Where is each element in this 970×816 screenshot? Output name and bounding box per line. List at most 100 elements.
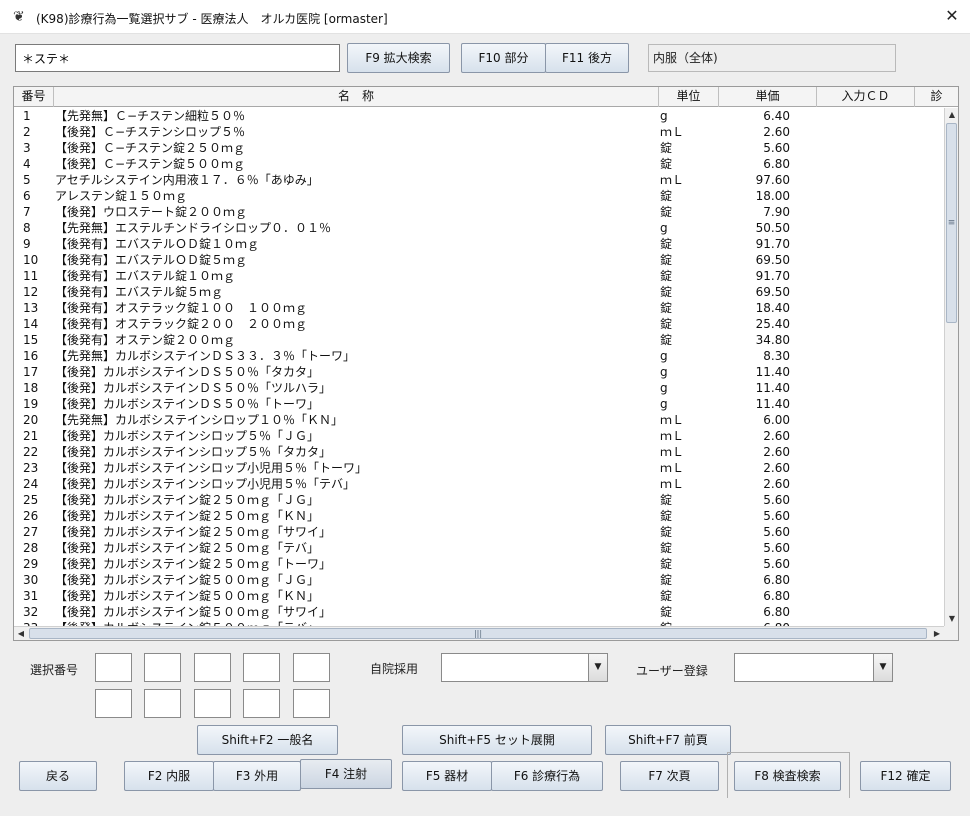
selection-input-2[interactable] [144, 653, 181, 682]
table-row[interactable]: 21 【後発】カルボシステインシロップ５％「ＪＧ」 ｍＬ 2.60 [14, 428, 944, 444]
row-number: 12 [23, 285, 39, 299]
header-unit[interactable]: 単位 [659, 87, 719, 107]
table-row[interactable]: 4 【後発】Ｃ−チステン錠５００ｍｇ 錠 6.80 [14, 156, 944, 172]
header-input-code[interactable]: 入力ＣＤ [817, 87, 915, 107]
row-name: 【後発】カルボシステインＤＳ５０％「タカタ」 [55, 365, 320, 379]
table-row[interactable]: 16 【先発無】カルボシステインＤＳ３３．３％「トーワ」 g 8.30 [14, 348, 944, 364]
row-unit: 錠 [660, 509, 673, 523]
vertical-scrollbar[interactable]: ▲ ≡ ▼ [944, 108, 958, 626]
table-row[interactable]: 17 【後発】カルボシステインＤＳ５０％「タカタ」 g 11.40 [14, 364, 944, 380]
table-row[interactable]: 30 【後発】カルボシステイン錠５００ｍｇ「ＪＧ」 錠 6.80 [14, 572, 944, 588]
selection-input-8[interactable] [194, 689, 231, 718]
row-name: 【後発】カルボシステインシロップ小児用５％「テバ」 [55, 477, 356, 491]
row-name: 【後発】カルボシステインＤＳ５０％「ツルハラ」 [55, 381, 332, 395]
selection-input-1[interactable] [95, 653, 132, 682]
table-row[interactable]: 14 【後発有】オステラック錠２００ ２００ｍｇ 錠 25.40 [14, 316, 944, 332]
scroll-right-icon[interactable]: ▶ [930, 627, 944, 640]
row-price: 5.60 [763, 525, 790, 539]
scroll-left-icon[interactable]: ◀ [14, 627, 28, 640]
row-number: 10 [23, 253, 39, 267]
table-row[interactable]: 27 【後発】カルボシステイン錠２５０ｍｇ「サワイ」 錠 5.60 [14, 524, 944, 540]
chevron-down-icon[interactable]: ▼ [873, 653, 893, 682]
selection-input-7[interactable] [144, 689, 181, 718]
row-unit: 錠 [660, 525, 673, 539]
table-row[interactable]: 28 【後発】カルボシステイン錠２５０ｍｇ「テバ」 錠 5.60 [14, 540, 944, 556]
row-name: 【先発無】カルボシステインＤＳ３３．３％「トーワ」 [55, 349, 356, 363]
table-row[interactable]: 32 【後発】カルボシステイン錠５００ｍｇ「サワイ」 錠 6.80 [14, 604, 944, 620]
f2-oral-button[interactable]: F2 内服 [124, 761, 214, 791]
selection-input-10[interactable] [293, 689, 330, 718]
header-category[interactable]: 診 [915, 87, 958, 107]
table-row[interactable]: 10 【後発有】エバステルＯＤ錠５ｍｇ 錠 69.50 [14, 252, 944, 268]
selection-input-3[interactable] [194, 653, 231, 682]
close-icon[interactable]: ✕ [938, 4, 966, 28]
table-row[interactable]: 5 アセチルシステイン内用液１７．６％「あゆみ」 ｍＬ 97.60 [14, 172, 944, 188]
row-number: 26 [23, 509, 39, 523]
table-row[interactable]: 23 【後発】カルボシステインシロップ小児用５％「トーワ」 ｍＬ 2.60 [14, 460, 944, 476]
row-price: 7.90 [763, 205, 790, 219]
table-row[interactable]: 24 【後発】カルボシステインシロップ小児用５％「テバ」 ｍＬ 2.60 [14, 476, 944, 492]
row-name: 【後発有】エバステルＯＤ錠５ｍｇ [55, 253, 248, 267]
hospital-adoption-select[interactable]: ▼ [441, 653, 608, 682]
shift-f7-prev-page-button[interactable]: Shift+F7 前頁 [605, 725, 731, 755]
header-no[interactable]: 番号 [14, 87, 54, 107]
horizontal-scroll-thumb[interactable]: ||| [29, 628, 927, 639]
selection-input-4[interactable] [243, 653, 280, 682]
horizontal-scrollbar[interactable]: ◀ ||| ▶ [14, 626, 944, 640]
f10-partial-button[interactable]: F10 部分 [461, 43, 546, 73]
shift-f5-set-expand-button[interactable]: Shift+F5 セット展開 [402, 725, 592, 755]
table-row[interactable]: 1 【先発無】Ｃ−チステン細粒５０％ g 6.40 [14, 108, 944, 124]
f5-materials-button[interactable]: F5 器材 [402, 761, 492, 791]
f12-confirm-button[interactable]: F12 確定 [860, 761, 951, 791]
shift-f2-generic-name-button[interactable]: Shift+F2 一般名 [197, 725, 338, 755]
scroll-up-icon[interactable]: ▲ [945, 108, 958, 122]
row-number: 2 [23, 125, 31, 139]
table-row[interactable]: 13 【後発有】オステラック錠１００ １００ｍｇ 錠 18.40 [14, 300, 944, 316]
header-name[interactable]: 名 称 [54, 87, 659, 107]
row-name: 【後発】カルボシステインシロップ小児用５％「トーワ」 [55, 461, 368, 475]
scroll-down-icon[interactable]: ▼ [945, 612, 958, 626]
chevron-down-icon[interactable]: ▼ [588, 653, 608, 682]
row-name: アレステン錠１５０ｍｇ [55, 189, 188, 203]
row-price: 6.00 [763, 413, 790, 427]
f9-expand-search-button[interactable]: F9 拡大検索 [347, 43, 450, 73]
f8-exam-search-button[interactable]: F8 検査検索 [734, 761, 841, 791]
table-row[interactable]: 19 【後発】カルボシステインＤＳ５０％「トーワ」 g 11.40 [14, 396, 944, 412]
table-row[interactable]: 3 【後発】Ｃ−チステン錠２５０ｍｇ 錠 5.60 [14, 140, 944, 156]
row-price: 69.50 [755, 253, 790, 267]
selection-input-9[interactable] [243, 689, 280, 718]
f7-next-page-button[interactable]: F7 次頁 [620, 761, 719, 791]
back-button[interactable]: 戻る [19, 761, 97, 791]
table-row[interactable]: 29 【後発】カルボシステイン錠２５０ｍｇ「トーワ」 錠 5.60 [14, 556, 944, 572]
table-row[interactable]: 7 【後発】ウロステート錠２００ｍｇ 錠 7.90 [14, 204, 944, 220]
vertical-scroll-thumb[interactable]: ≡ [946, 123, 957, 323]
row-number: 16 [23, 349, 39, 363]
f6-procedure-button[interactable]: F6 診療行為 [491, 761, 603, 791]
row-unit: 錠 [660, 557, 673, 571]
row-number: 14 [23, 317, 39, 331]
table-row[interactable]: 6 アレステン錠１５０ｍｇ 錠 18.00 [14, 188, 944, 204]
table-row[interactable]: 12 【後発有】エバステル錠５ｍｇ 錠 69.50 [14, 284, 944, 300]
table-row[interactable]: 20 【先発無】カルボシステインシロップ１０％「ＫＮ」 ｍＬ 6.00 [14, 412, 944, 428]
table-row[interactable]: 8 【先発無】エステルチンドライシロップ０．０１％ g 50.50 [14, 220, 944, 236]
user-registration-select[interactable]: ▼ [734, 653, 893, 682]
table-row[interactable]: 9 【後発有】エバステルＯＤ錠１０ｍｇ 錠 91.70 [14, 236, 944, 252]
header-price[interactable]: 単価 [719, 87, 817, 107]
table-row[interactable]: 25 【後発】カルボシステイン錠２５０ｍｇ「ＪＧ」 錠 5.60 [14, 492, 944, 508]
table-row[interactable]: 22 【後発】カルボシステインシロップ５％「タカタ」 ｍＬ 2.60 [14, 444, 944, 460]
table-row[interactable]: 31 【後発】カルボシステイン錠５００ｍｇ「ＫＮ」 錠 6.80 [14, 588, 944, 604]
row-number: 4 [23, 157, 31, 171]
selection-input-6[interactable] [95, 689, 132, 718]
table-row[interactable]: 26 【後発】カルボシステイン錠２５０ｍｇ「ＫＮ」 錠 5.60 [14, 508, 944, 524]
search-input[interactable] [15, 44, 340, 72]
f3-external-button[interactable]: F3 外用 [213, 761, 301, 791]
f4-injection-button[interactable]: F4 注射 [300, 759, 392, 789]
table-row[interactable]: 2 【後発】Ｃ−チステンシロップ５％ ｍＬ 2.60 [14, 124, 944, 140]
table-row[interactable]: 18 【後発】カルボシステインＤＳ５０％「ツルハラ」 g 11.40 [14, 380, 944, 396]
row-name: 【後発】ウロステート錠２００ｍｇ [55, 205, 248, 219]
f11-suffix-button[interactable]: F11 後方 [545, 43, 629, 73]
table-row[interactable]: 15 【後発有】オステン錠２００ｍｇ 錠 34.80 [14, 332, 944, 348]
selection-input-5[interactable] [293, 653, 330, 682]
row-number: 27 [23, 525, 39, 539]
table-row[interactable]: 11 【後発有】エバステル錠１０ｍｇ 錠 91.70 [14, 268, 944, 284]
